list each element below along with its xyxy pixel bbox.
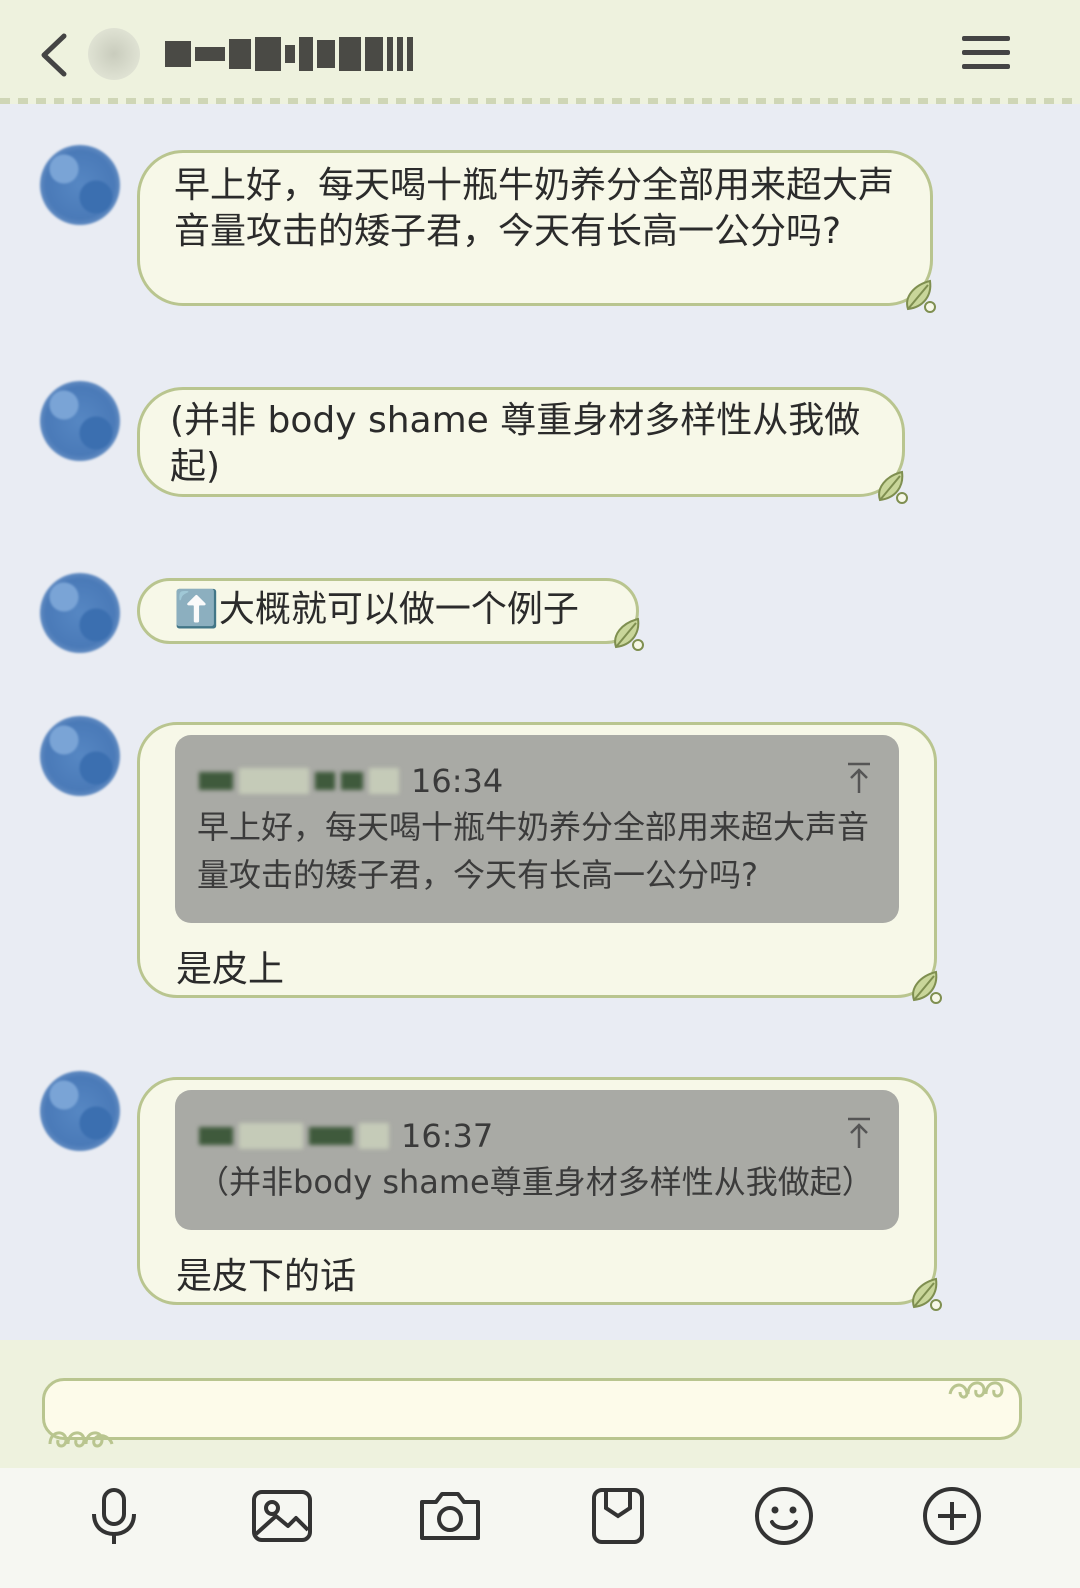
back-icon[interactable] <box>34 30 74 80</box>
sender-avatar[interactable] <box>40 1071 120 1151</box>
quote-header: 16:34 <box>199 759 503 803</box>
quote-time: 16:37 <box>401 1117 494 1155</box>
sender-avatar[interactable] <box>40 573 120 653</box>
jump-to-icon[interactable] <box>845 761 873 795</box>
bottom-toolbar <box>0 1468 1080 1588</box>
message-bubble[interactable]: (并非 body shame 尊重身材多样性从我做起) <box>137 387 905 497</box>
input-area <box>0 1340 1080 1468</box>
mic-icon[interactable] <box>82 1484 146 1548</box>
message-bubble[interactable]: ⬆️大概就可以做一个例子 <box>137 578 639 644</box>
message-text: 是皮下的话 <box>176 1256 357 1297</box>
quote-text: （并非body shame尊重身材多样性从我做起） <box>197 1163 874 1201</box>
header-divider <box>0 98 1080 104</box>
sticker-icon[interactable] <box>586 1484 650 1548</box>
message-input[interactable] <box>42 1378 1022 1440</box>
message-text: 是皮上 <box>176 949 285 990</box>
contact-name <box>165 30 415 78</box>
leaf-icon <box>614 617 644 651</box>
message-bubble[interactable]: 16:37 （并非body shame尊重身材多样性从我做起） 是皮下的话 <box>137 1077 937 1305</box>
camera-icon[interactable] <box>418 1484 482 1548</box>
leaf-icon <box>878 470 908 504</box>
emoji-icon[interactable] <box>752 1484 816 1548</box>
quote-time: 16:34 <box>411 762 504 800</box>
swirl-decoration-icon <box>48 1431 114 1448</box>
message-bubble[interactable]: 早上好，每天喝十瓶牛奶养分全部用来超大声音量攻击的矮子君，今天有长高一公分吗? <box>137 150 933 306</box>
menu-icon[interactable] <box>962 36 1010 76</box>
leaf-icon <box>912 970 942 1004</box>
plus-icon[interactable] <box>920 1484 984 1548</box>
message-bubble[interactable]: 16:34 早上好，每天喝十瓶牛奶养分全部用来超大声音量攻击的矮子君，今天有长高… <box>137 722 937 998</box>
leaf-icon <box>912 1277 942 1311</box>
chat-header <box>0 0 1080 104</box>
quoted-message[interactable]: 16:34 早上好，每天喝十瓶牛奶养分全部用来超大声音量攻击的矮子君，今天有长高… <box>175 735 899 923</box>
sender-avatar[interactable] <box>40 145 120 225</box>
jump-to-icon[interactable] <box>845 1116 873 1150</box>
leaf-icon <box>906 279 936 313</box>
message-text: 早上好，每天喝十瓶牛奶养分全部用来超大声音量攻击的矮子君，今天有长高一公分吗? <box>174 165 895 252</box>
swirl-decoration-icon <box>948 1381 1004 1399</box>
message-text: ⬆️大概就可以做一个例子 <box>174 589 579 630</box>
image-icon[interactable] <box>250 1484 314 1548</box>
contact-avatar[interactable] <box>88 28 140 80</box>
sender-avatar[interactable] <box>40 381 120 461</box>
quoted-message[interactable]: 16:37 （并非body shame尊重身材多样性从我做起） <box>175 1090 899 1230</box>
quote-text: 早上好，每天喝十瓶牛奶养分全部用来超大声音量攻击的矮子君，今天有长高一公分吗? <box>197 808 870 894</box>
sender-avatar[interactable] <box>40 716 120 796</box>
quote-header: 16:37 <box>199 1114 493 1158</box>
message-text: (并非 body shame 尊重身材多样性从我做起) <box>170 400 861 487</box>
